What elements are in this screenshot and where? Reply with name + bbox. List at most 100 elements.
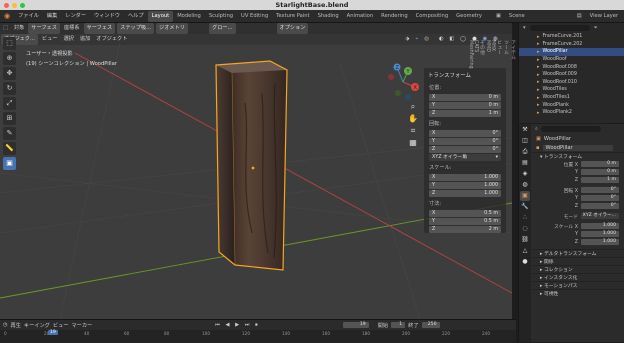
add-cube-icon[interactable]: ▣ [3,157,16,170]
location-z-input[interactable]: 1 m [581,176,619,184]
properties-search-input[interactable] [540,126,601,132]
scale-z-field[interactable]: Z 1.000 [429,190,501,197]
menu-help[interactable]: ヘルプ [124,10,148,23]
menu-render[interactable]: レンダー [61,10,90,23]
render-tab-icon[interactable]: ◫ [520,136,530,146]
tab-modeling[interactable]: Modeling [173,11,205,22]
camera-icon[interactable]: ⌗ [406,125,420,137]
location-y-input[interactable]: 0 m [581,168,619,176]
outliner-search-input[interactable] [529,25,590,31]
menu-marker[interactable]: マーカー [71,322,92,329]
side-tab-cats[interactable]: CATS [473,40,478,61]
scale-z-input[interactable]: 1.000 [581,238,619,246]
select-box-icon[interactable]: ⬚ [3,37,16,50]
object-name-field[interactable]: WoodPillar [542,144,613,151]
instancing-section[interactable]: ▸ インスタンス化 [532,273,624,281]
scene-name[interactable]: Scene [505,11,529,22]
rotation-mode-select[interactable]: XYZ オイラー... [581,212,619,220]
object-tab-icon[interactable]: ▣ [520,191,530,201]
dimensions-y-field[interactable]: Y 0.5 m [429,218,501,225]
scene-tab-icon[interactable]: ◈ [520,169,530,179]
scale-x-field[interactable]: X 1.000 [429,174,501,181]
filter-icon[interactable]: ▾ [523,25,526,31]
pan-hand-icon[interactable]: ✋ [406,113,420,125]
tab-sculpting[interactable]: Sculpting [205,11,237,22]
rotation-y-field[interactable]: Y 0° [429,138,501,145]
tab-geometry[interactable]: Geometry [452,11,486,22]
delta-transform-section[interactable]: ▸ デルタトランスフォーム [532,249,624,257]
side-tab-item[interactable]: アイテム [509,40,516,61]
funnel-icon[interactable]: ⏷ [594,25,598,32]
current-frame-field[interactable]: 19 [342,321,369,329]
menu-keying[interactable]: キーイング [24,322,50,329]
rotation-y-input[interactable]: 0° [581,194,619,202]
side-tab-misc[interactable]: その他 [478,40,485,61]
tab-compositing[interactable]: Compositing [412,11,453,22]
output-tab-icon[interactable]: ⎙ [520,147,530,157]
view-layer-name[interactable]: View Layer [586,11,622,22]
particles-tab-icon[interactable]: ∴ [520,213,530,223]
menu-edit[interactable]: 編集 [43,10,61,23]
dimensions-x-field[interactable]: X 0.5 m [429,210,501,217]
view-layer-icon[interactable]: ▤ [573,11,586,22]
material-tab-icon[interactable]: ● [520,257,530,267]
outliner-row[interactable]: ▸ WoodRoof.008 [519,63,624,71]
menu-playback[interactable]: 再生 [11,322,21,329]
rotation-x-input[interactable]: 0° [581,186,619,194]
menu-window[interactable]: ウィンドウ [90,10,124,23]
outliner-row[interactable]: ▸ WoodRoof.009 [519,71,624,79]
ortho-grid-icon[interactable]: ▦ [406,137,420,149]
tab-layout[interactable]: Layout [147,11,174,22]
tab-shading[interactable]: Shading [314,11,343,22]
visibility-section[interactable]: ▸ 可視性 [532,289,624,297]
measure-icon[interactable]: 📏 [3,142,16,155]
scene-icon[interactable]: ▣ [492,11,505,22]
side-tab-mhx[interactable]: MHX [490,40,495,61]
tab-texture-paint[interactable]: Texture Paint [272,11,313,22]
search-icon[interactable]: ⌕ [535,126,538,133]
rotation-z-input[interactable]: 0° [581,202,619,210]
outliner-row[interactable]: ▸ FrameCurve.201 [519,33,624,41]
zoom-icon[interactable]: ⌕ [406,101,420,113]
data-tab-icon[interactable]: △ [520,246,530,256]
physics-tab-icon[interactable]: ◌ [520,224,530,234]
move-icon[interactable]: ✥ [3,67,16,80]
menu-timeline-view[interactable]: ビュー [53,322,69,329]
scale-y-input[interactable]: 1.000 [581,230,619,238]
constraints-tab-icon[interactable]: ⛓ [520,235,530,245]
end-frame-field[interactable]: 250 [421,321,440,329]
rotation-z-field[interactable]: Z 0° [429,146,501,153]
outliner-row[interactable]: ▸ WoodTiles1 [519,94,624,102]
menu-file[interactable]: ファイル [14,10,43,23]
motion-paths-section[interactable]: ▸ モーションパス [532,281,624,289]
dimensions-z-field[interactable]: Z2 m [429,226,501,233]
outliner-row[interactable]: ▸ WoodTiles [519,86,624,94]
playback-controls[interactable]: ⏮ ◀ ▶ ⏭ ⏹ [215,322,260,329]
location-x-field[interactable]: X0 m [429,94,501,101]
3d-viewport[interactable]: ⬚ 対象 サーフェス 座標系 サーフェス ステップ吸... ジオメトリ グロー.… [0,23,512,319]
side-tab-view[interactable]: ビュー [495,40,502,61]
annotate-icon[interactable]: ✎ [3,127,16,140]
outliner-row[interactable]: ▸ WoodRoof [519,56,624,64]
timeline-editor-icon[interactable]: ◷ [3,322,8,328]
wood-pillar-object[interactable] [215,60,288,271]
world-tab-icon[interactable]: ◍ [520,180,530,190]
side-tab-meshfairing[interactable]: MeshFairing [468,40,473,69]
scale-y-field[interactable]: Y 1.000 [429,182,501,189]
outliner-row[interactable]: ▸ WoodRoof.010 [519,79,624,87]
timeline-ruler[interactable]: 0 20 40 60 80 100 120 140 160 180 200 22… [0,330,516,343]
side-tab-mmd[interactable]: MMD [485,40,490,61]
scale-x-input[interactable]: 1.000 [581,222,619,230]
scale-icon[interactable]: ⤢ [3,97,16,110]
start-frame-field[interactable]: 1 [391,321,406,329]
playhead[interactable]: 19 [48,330,58,335]
tab-uv-editing[interactable]: UV Editing [237,11,272,22]
tool-tab-icon[interactable]: ⚒ [520,125,530,135]
tab-animation[interactable]: Animation [343,11,377,22]
collections-section[interactable]: ▸ コレクション [532,265,624,273]
transform-section-header[interactable]: ▾ トランスフォーム [532,152,624,160]
modifier-tab-icon[interactable]: 🔧 [520,202,530,212]
side-tab-tool[interactable]: ツール [502,40,509,61]
blender-logo-icon[interactable]: ◉ [0,10,14,23]
rotation-x-field[interactable]: X 0° [429,130,501,137]
